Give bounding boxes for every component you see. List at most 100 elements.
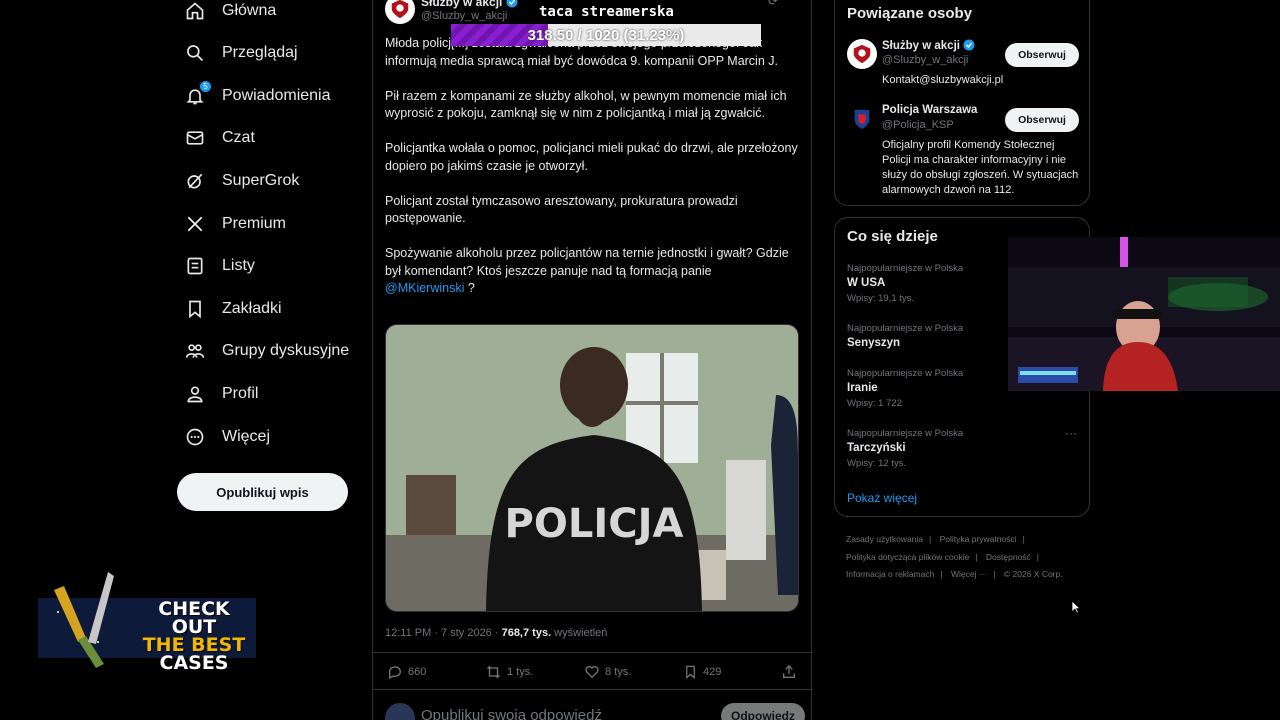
person-handle: @Policja_KSP bbox=[882, 119, 954, 131]
sidebar-item-communities[interactable]: Grupy dyskusyjne bbox=[184, 331, 349, 371]
sidebar-item-label: Powiadomienia bbox=[222, 87, 331, 104]
image-caption: POLICJA bbox=[505, 501, 684, 547]
reply-composer: Opublikuj swoją odpowiedź Odpowiedz bbox=[385, 703, 805, 720]
footer-link[interactable]: Polityka prywatności bbox=[940, 534, 1017, 544]
sidebar-item-label: Przeglądaj bbox=[222, 44, 298, 61]
panel-title: Powiązane osoby bbox=[847, 5, 973, 22]
person-bio: Oficjalny profil Komendy Stołecznej Poli… bbox=[882, 139, 1079, 196]
sidebar-item-notifications[interactable]: 5 Powiadomienia bbox=[184, 76, 331, 116]
follow-button[interactable]: Obserwuj bbox=[1005, 43, 1079, 67]
show-more-link[interactable]: Pokaż więcej bbox=[847, 491, 917, 505]
trend-more-icon[interactable]: ··· bbox=[1065, 426, 1077, 440]
list-icon bbox=[184, 255, 206, 277]
promo-banner: CHECK OUT THE BEST CASES bbox=[38, 572, 256, 674]
tweet-image[interactable]: POLICJA bbox=[385, 324, 799, 612]
tweet-column: Służby w akcji @Sluzby_w_akcji ⟳ ··· Mło… bbox=[372, 0, 813, 720]
sidebar-item-label: Czat bbox=[222, 129, 255, 146]
sidebar-item-label: Zakładki bbox=[222, 300, 282, 317]
sidebar-item-explore[interactable]: Przeglądaj bbox=[184, 33, 298, 73]
bookmark-icon bbox=[686, 665, 695, 679]
share-button[interactable] bbox=[781, 664, 797, 680]
webcam-overlay bbox=[1008, 237, 1280, 391]
home-icon bbox=[184, 0, 206, 22]
person-handle: @Sluzby_w_akcji bbox=[882, 54, 969, 66]
person-name: Służby w akcji bbox=[882, 39, 975, 52]
more-options-icon[interactable]: ··· bbox=[787, 0, 801, 6]
search-icon bbox=[184, 42, 206, 64]
goal-title: taca streamerska bbox=[539, 4, 674, 20]
person-icon bbox=[184, 383, 206, 405]
footer-links: Zasady użytkowania | Polityka prywatności… bbox=[846, 534, 1063, 579]
person-avatar bbox=[847, 39, 877, 69]
bookmark-button[interactable]: 429 bbox=[683, 664, 721, 680]
footer-copyright: © 2026 X Corp. bbox=[1003, 569, 1063, 579]
reply-submit-button[interactable]: Odpowiedz bbox=[721, 703, 805, 720]
verified-icon bbox=[506, 0, 518, 8]
repost-icon bbox=[487, 665, 500, 679]
footer-link[interactable]: Zasady użytkowania bbox=[846, 534, 923, 544]
follow-button[interactable]: Obserwuj bbox=[1005, 108, 1079, 132]
person-bio: Kontakt@sluzbywakcji.pl bbox=[882, 74, 1004, 86]
goal-progress-text: 318.50 / 1020 (31.23%) bbox=[527, 26, 685, 44]
trend-item[interactable]: Najpopularniejsze w Polska Tarczyński Wp… bbox=[847, 428, 1077, 469]
tweet-body: Młoda policj[...] została zgwałcona prze… bbox=[385, 35, 803, 315]
tweet-meta: 12:11 PM · 7 sty 2026 · 768,7 tys. wyświ… bbox=[385, 627, 608, 639]
like-button[interactable]: 8 tys. bbox=[584, 664, 631, 680]
reply-icon bbox=[389, 666, 401, 680]
person-name: Policja Warszawa bbox=[882, 104, 978, 116]
reply-button[interactable]: 660 bbox=[387, 664, 426, 680]
sidebar-item-profile[interactable]: Profil bbox=[184, 374, 258, 414]
footer-link[interactable]: Więcej ··· bbox=[951, 569, 987, 579]
tweet-paragraph-last: Spożywanie alkoholu przez policjantów na… bbox=[385, 246, 789, 295]
grok-action-icon[interactable]: ⟳ bbox=[768, 0, 778, 8]
tweet-actions: 660 1 tys. 8 tys. 429 bbox=[373, 652, 813, 690]
person-avatar bbox=[847, 104, 877, 134]
view-count: 768,7 tys. bbox=[501, 627, 552, 639]
tweet-paragraph: Pił razem z kompanami ze służby alkohol,… bbox=[385, 88, 787, 121]
sidebar-item-label: Główna bbox=[222, 2, 277, 19]
mouse-cursor-icon bbox=[1071, 600, 1081, 614]
tweet-paragraph: Policjant został tymczasowo aresztowany,… bbox=[385, 193, 738, 226]
goal-progress-bar: 318.50 / 1020 (31.23%) bbox=[451, 24, 761, 46]
verified-icon bbox=[963, 39, 975, 51]
heart-icon bbox=[585, 666, 599, 679]
sidebar-item-chat[interactable]: Czat bbox=[184, 118, 255, 158]
author-handle[interactable]: @Sluzby_w_akcji bbox=[421, 10, 507, 22]
repost-button[interactable]: 1 tys. bbox=[485, 664, 533, 680]
screen: Główna Przeglądaj 5 Powiadomienia Czat S… bbox=[0, 0, 1280, 720]
reply-input[interactable]: Opublikuj swoją odpowiedź bbox=[421, 707, 602, 720]
sidebar-item-home[interactable]: Główna bbox=[184, 0, 276, 31]
x-logo-icon bbox=[184, 213, 206, 235]
bell-icon: 5 bbox=[184, 81, 211, 107]
author-avatar[interactable] bbox=[385, 0, 415, 24]
more-circle-icon bbox=[184, 426, 206, 448]
footer-link[interactable]: Informacja o reklamach bbox=[846, 569, 934, 579]
bookmark-icon bbox=[184, 298, 206, 320]
sidebar-item-lists[interactable]: Listy bbox=[184, 246, 255, 286]
related-people-panel: Powiązane osoby Służby w akcji @Sluzby_w… bbox=[834, 0, 1090, 206]
sidebar-item-bookmarks[interactable]: Zakładki bbox=[184, 289, 282, 329]
promo-line-1: CHECK OUT bbox=[158, 598, 230, 638]
author-name[interactable]: Służby w akcji bbox=[421, 0, 518, 9]
notification-badge: 5 bbox=[200, 81, 211, 92]
sidebar-item-label: Listy bbox=[222, 257, 255, 274]
sidebar-item-supergrok[interactable]: SuperGrok bbox=[184, 161, 299, 201]
share-icon bbox=[783, 665, 795, 678]
sidebar-item-more[interactable]: Więcej bbox=[184, 417, 270, 457]
promo-line-3: CASES bbox=[159, 652, 229, 674]
community-icon bbox=[184, 340, 206, 362]
user-avatar bbox=[385, 703, 415, 720]
grok-icon bbox=[184, 170, 206, 192]
footer-link[interactable]: Dostępność bbox=[986, 552, 1031, 562]
post-button[interactable]: Opublikuj wpis bbox=[177, 473, 348, 511]
sidebar-item-label: Premium bbox=[222, 215, 287, 232]
sidebar-item-label: Grupy dyskusyjne bbox=[222, 342, 350, 359]
mention-link[interactable]: @MKierwinski bbox=[385, 281, 464, 295]
sidebar-item-label: Więcej bbox=[222, 428, 271, 445]
footer-link[interactable]: Polityka dotycząca plików cookie bbox=[846, 552, 969, 562]
mail-icon bbox=[184, 127, 206, 149]
tweet-paragraph: Policjantka wołała o pomoc, policjanci m… bbox=[385, 141, 798, 173]
sidebar-item-label: Profil bbox=[222, 385, 259, 402]
sidebar-item-premium[interactable]: Premium bbox=[184, 204, 286, 244]
sidebar-item-label: SuperGrok bbox=[222, 172, 300, 189]
